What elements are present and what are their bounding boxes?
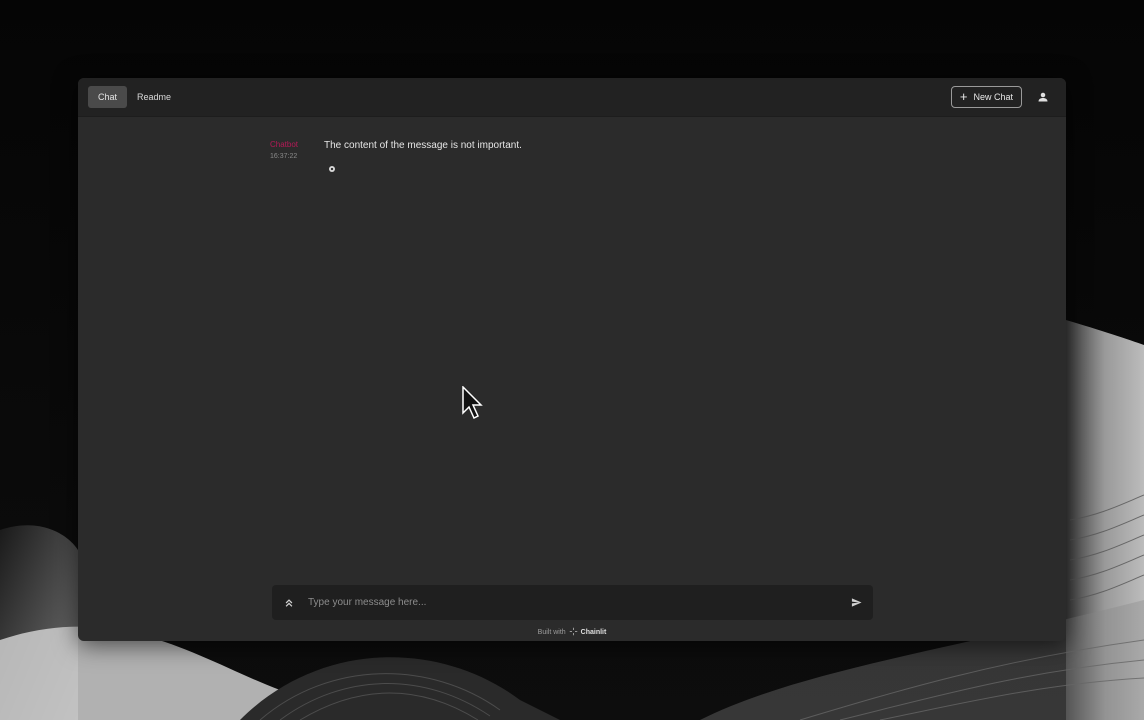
user-icon[interactable]: [1036, 90, 1050, 104]
message-content: The content of the message is not import…: [324, 140, 522, 151]
tab-chat[interactable]: Chat: [88, 86, 128, 108]
footer-prefix: Built with: [537, 629, 566, 636]
message-timestamp: 16:37:22: [270, 153, 298, 160]
app-window: Chat Readme + New Chat Chatbot 16:37:22 …: [78, 78, 1066, 641]
header-bar: Chat Readme + New Chat: [78, 78, 1066, 117]
message-input[interactable]: [306, 596, 849, 609]
tab-readme[interactable]: Readme: [127, 86, 181, 108]
message-author: Chatbot: [270, 140, 299, 149]
footer-brand[interactable]: Chainlit: [581, 629, 607, 636]
gear-icon[interactable]: [328, 160, 336, 172]
new-chat-button[interactable]: + New Chat: [950, 86, 1022, 108]
plus-icon: +: [959, 89, 968, 104]
send-icon[interactable]: [849, 596, 863, 610]
chainlit-logo-icon: [569, 627, 578, 638]
footer: Built with Chainlit: [78, 627, 1066, 638]
mouse-cursor-icon: [462, 385, 484, 420]
new-chat-label: New Chat: [973, 92, 1013, 102]
message-composer: [272, 585, 873, 620]
chevrons-up-icon[interactable]: [282, 596, 296, 610]
